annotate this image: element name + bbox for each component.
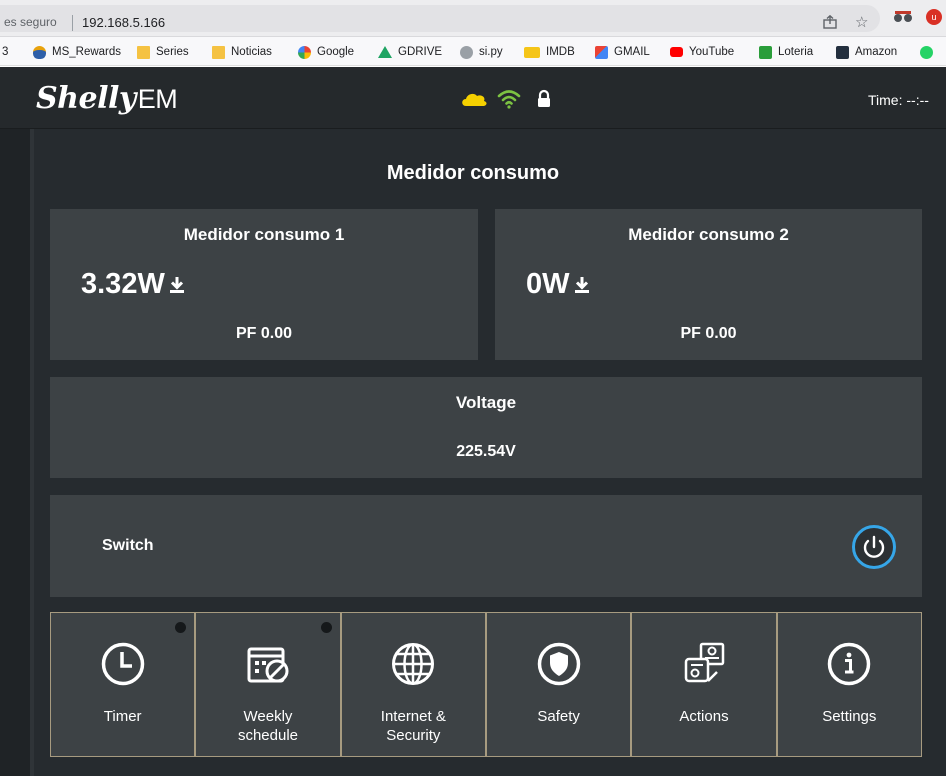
- page-title: Medidor consumo: [386, 162, 560, 184]
- power-reading: 3.32W: [81, 268, 185, 301]
- power-factor: PF 0.00: [680, 325, 737, 342]
- incognito-glasses-icon[interactable]: [893, 10, 913, 24]
- power-icon: [863, 535, 885, 558]
- bookmark-loteria[interactable]: Loteria: [759, 43, 813, 61]
- globe-icon: [460, 45, 473, 59]
- bookmark-amazon[interactable]: Amazon: [836, 43, 897, 61]
- app-header: ShellyEM Time: --:--: [0, 67, 946, 129]
- power-factor: PF 0.00: [235, 325, 293, 342]
- menu-item-safety[interactable]: Safety: [486, 613, 633, 756]
- youtube-icon: [670, 47, 683, 57]
- sidebar-strip: [0, 129, 34, 776]
- info-icon: [828, 642, 871, 686]
- download-arrow-icon: [169, 276, 184, 293]
- status-dot: [320, 622, 332, 633]
- status-dot: [175, 622, 187, 633]
- shelly-app: ShellyEM Time: --:-- Medidor consumo Med…: [0, 67, 946, 776]
- amazon-icon: [836, 45, 849, 59]
- menu-item-timer[interactable]: Timer: [51, 613, 197, 756]
- omnibox[interactable]: es seguro 192.168.5.166 ☆: [0, 5, 880, 32]
- cloud-icon: [462, 93, 487, 106]
- security-indicator[interactable]: es seguro: [4, 15, 57, 29]
- globe-icon: [392, 643, 435, 685]
- imdb-icon: [524, 46, 540, 58]
- bookmark-item[interactable]: 3: [2, 43, 8, 61]
- power-reading: 0W: [526, 268, 590, 301]
- menu-item-internet-security[interactable]: Internet & Security: [341, 613, 487, 756]
- menu-label: Timer: [103, 708, 142, 725]
- browser-address-bar: es seguro 192.168.5.166 ☆ u: [0, 0, 946, 37]
- voltage-card: Voltage 225.54V: [50, 377, 922, 478]
- url-text[interactable]: 192.168.5.166: [82, 15, 165, 30]
- meter-title: Medidor consumo 1: [183, 225, 345, 244]
- voltage-value: 225.54V: [456, 443, 516, 460]
- omnibox-divider: [72, 15, 73, 31]
- actions-icon: [684, 642, 725, 683]
- meter-card-1[interactable]: Medidor consumo 1 3.32W PF 0.00: [50, 209, 478, 360]
- medal-icon: [33, 45, 46, 59]
- clock-icon: [101, 642, 144, 686]
- bookmark-gmail[interactable]: GMAIL: [595, 43, 650, 61]
- meter-title: Medidor consumo 2: [628, 225, 789, 244]
- gdrive-icon: [378, 46, 392, 58]
- bookmark-youtube[interactable]: YouTube: [670, 43, 734, 61]
- google-icon: [298, 45, 311, 59]
- bookmark-star-icon[interactable]: ☆: [855, 14, 868, 32]
- bookmark-series[interactable]: Series: [137, 43, 189, 61]
- download-arrow-icon: [574, 276, 589, 293]
- bookmark-imdb[interactable]: IMDB: [524, 43, 575, 61]
- loteria-icon: [759, 45, 772, 59]
- extension-icon[interactable]: u: [926, 9, 942, 25]
- menu-label: Weekly schedule: [237, 708, 299, 744]
- switch-label: Switch: [102, 537, 154, 554]
- menu-label: Internet & Security: [380, 708, 446, 744]
- folder-icon: [137, 45, 150, 59]
- share-icon[interactable]: [822, 14, 838, 35]
- bookmarks-bar: 3 MS_Rewards Series Noticias Google GDRI…: [0, 37, 946, 66]
- gmail-icon: [595, 45, 608, 59]
- whatsapp-icon: [920, 45, 933, 59]
- bookmark-whatsapp[interactable]: [920, 43, 939, 61]
- menu-label: Actions: [679, 708, 729, 725]
- bookmark-gdrive[interactable]: GDRIVE: [378, 43, 442, 61]
- time-display: Time: --:--: [868, 92, 929, 108]
- bookmark-si-py[interactable]: si.py: [460, 43, 503, 61]
- menu-label: Safety: [537, 708, 580, 725]
- bottom-menu: Timer Weekly schedule Internet & Securit…: [50, 612, 922, 757]
- menu-item-settings[interactable]: Settings: [777, 613, 921, 756]
- meter-card-2[interactable]: Medidor consumo 2 0W PF 0.00: [495, 209, 922, 360]
- lock-icon: [538, 89, 550, 107]
- power-toggle-button[interactable]: [852, 525, 896, 569]
- switch-card: Switch: [50, 495, 922, 597]
- voltage-title: Voltage: [455, 393, 517, 412]
- bookmark-google[interactable]: Google: [298, 43, 354, 61]
- calendar-icon: [247, 647, 289, 683]
- shield-icon: [537, 642, 580, 686]
- menu-label: Settings: [822, 708, 877, 725]
- folder-icon: [212, 45, 225, 59]
- menu-item-weekly-schedule[interactable]: Weekly schedule: [196, 613, 342, 756]
- bookmark-ms-rewards[interactable]: MS_Rewards: [33, 43, 121, 61]
- shelly-logo: ShellyEM: [36, 81, 178, 116]
- wifi-icon: [497, 90, 521, 109]
- bookmark-noticias[interactable]: Noticias: [212, 43, 272, 61]
- menu-item-actions[interactable]: Actions: [632, 613, 778, 756]
